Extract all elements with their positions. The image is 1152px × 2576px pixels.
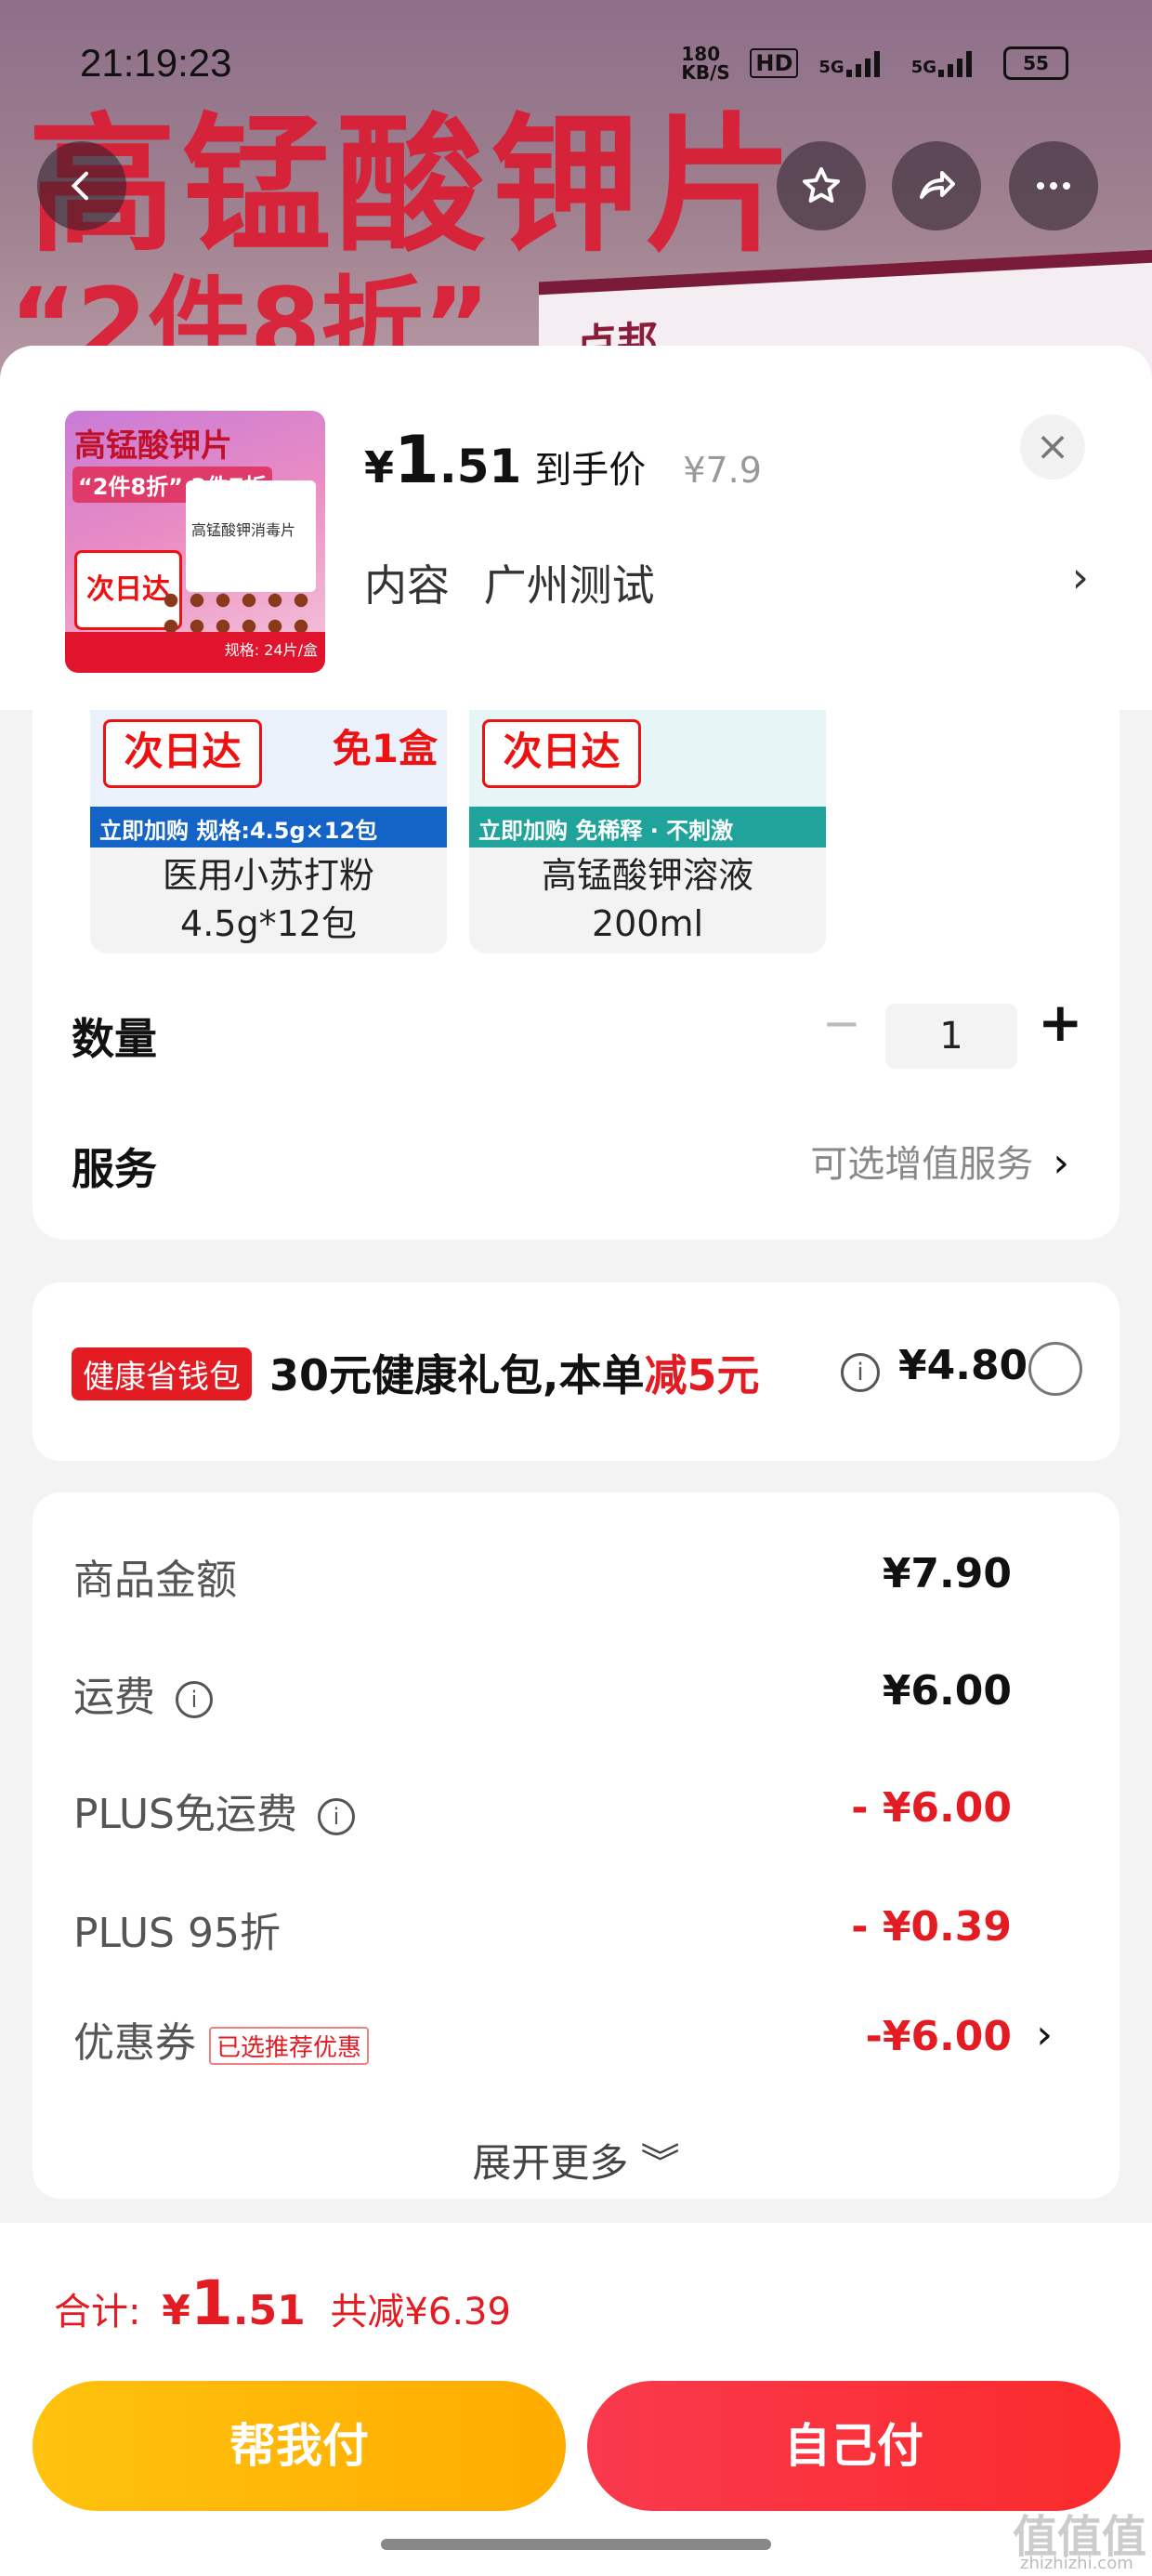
star-icon (803, 167, 840, 203)
total-price: 合计: ¥1.51 共减¥6.39 (54, 2267, 511, 2339)
price-integer: 1 (394, 422, 439, 498)
info-icon[interactable]: i (841, 1353, 880, 1392)
product-thumbnail[interactable]: 高锰酸钾片 “2件8折” 3件7折 高锰酸钾消毒片 次日达 规格: 24片/盒 (65, 411, 325, 673)
info-icon[interactable]: i (318, 1798, 355, 1835)
net-speed: 180 KB/S (681, 43, 730, 84)
close-button[interactable]: × (1020, 414, 1085, 480)
quantity-label: 数量 (72, 1014, 157, 1064)
favorite-button[interactable] (777, 141, 866, 230)
summary-row-plus-discount: PLUS 95折 - ¥0.39 (73, 1903, 1012, 1957)
chevron-right-icon: › (1071, 552, 1089, 602)
summary-row-shipping: 运费 i ¥6.00 (73, 1667, 1012, 1721)
option-bar: 立即加购 规格:4.5g×12包 (99, 818, 378, 844)
gift-text: 30元健康礼包,本单减5元 (269, 1350, 760, 1400)
options-card: 次日达 免1盒 立即加购 规格:4.5g×12包 医用小苏打粉 4.5g*12包… (33, 710, 1119, 1240)
status-time: 21:19:23 (80, 41, 232, 85)
gift-tag: 健康省钱包 (72, 1347, 252, 1400)
option-label: 医用小苏打粉 4.5g*12包 (162, 855, 374, 944)
quantity-increase-button[interactable]: + (1038, 991, 1083, 1054)
price-currency: ¥ (364, 442, 395, 493)
option-promo: 免1盒 (332, 726, 438, 771)
self-pay-button[interactable]: 自己付 (587, 2381, 1120, 2511)
watermark-url: zhizhizhi.com (1020, 2554, 1133, 2573)
spec-selector[interactable]: 内容 广州测试 › (364, 552, 1089, 613)
chevron-right-icon: › (1053, 1139, 1069, 1187)
spec-value: 广州测试 (483, 560, 655, 611)
service-label: 服务 (72, 1144, 157, 1194)
option-badge: 次日达 (482, 719, 641, 788)
signal-icon-2: 5G (911, 49, 983, 77)
service-selector[interactable]: 可选增值服务 › (810, 1134, 1069, 1188)
price-label: 到手价 (534, 449, 647, 492)
option-card-permanganate-solution[interactable]: 次日达 立即加购 免稀释 · 不刺激 高锰酸钾溶液 200ml (469, 710, 826, 953)
quantity-decrease-button[interactable]: − (822, 996, 861, 1050)
back-arrow-icon (71, 171, 89, 201)
price-summary: 商品金额 ¥7.90 运费 i ¥6.00 PLUS免运费 i - ¥6.00 PL… (33, 1492, 1119, 2199)
original-price: ¥7.9 (683, 450, 762, 491)
signal-icon: 5G (818, 49, 890, 77)
quantity-input[interactable]: 1 (885, 1004, 1017, 1069)
help-pay-button[interactable]: 帮我付 (33, 2381, 566, 2511)
option-badge: 次日达 (103, 719, 262, 788)
hd-icon: HD (750, 48, 799, 78)
more-button[interactable] (1009, 141, 1098, 230)
summary-row-plus-freeship: PLUS免运费 i - ¥6.00 (73, 1784, 1012, 1838)
status-bar: 21:19:23 180 KB/S HD 5G 5G 55 (0, 37, 1152, 93)
back-button[interactable] (37, 141, 126, 230)
option-card-baking-soda[interactable]: 次日达 免1盒 立即加购 规格:4.5g×12包 医用小苏打粉 4.5g*12包 (90, 710, 447, 953)
option-image: 次日达 立即加购 免稀释 · 不刺激 (469, 710, 826, 848)
more-dots-icon (1037, 182, 1070, 190)
thumb-title: 高锰酸钾片 (74, 427, 232, 465)
price-decimal: .51 (439, 440, 522, 493)
gift-amount: ¥4.80 (898, 1342, 1028, 1389)
battery-icon: 55 (1003, 46, 1068, 80)
total-saved: 共减¥6.39 (330, 2291, 511, 2333)
price-row: ¥1.51 到手价 ¥7.9 (364, 422, 762, 498)
thumb-pack: 高锰酸钾消毒片 (186, 480, 316, 592)
summary-row-goods: 商品金额 ¥7.90 (73, 1550, 1012, 1604)
chevron-right-icon: › (1036, 2011, 1053, 2058)
gift-radio[interactable] (1028, 1342, 1082, 1396)
thumb-strip: 规格: 24片/盒 (65, 632, 325, 673)
expand-more-button[interactable]: 展开更多 ︾ (0, 2132, 1152, 2188)
summary-row-coupon[interactable]: 优惠券 已选推荐优惠 -¥6.00 › (73, 2009, 1077, 2074)
info-icon[interactable]: i (176, 1681, 213, 1718)
share-icon (920, 171, 955, 199)
coupon-badge: 已选推荐优惠 (209, 2026, 370, 2065)
health-gift-card[interactable]: 健康省钱包 30元健康礼包,本单减5元 i ¥4.80 (33, 1282, 1119, 1461)
share-button[interactable] (892, 141, 981, 230)
service-hint: 可选增值服务 (810, 1143, 1034, 1186)
sheet-header: 高锰酸钾片 “2件8折” 3件7折 高锰酸钾消毒片 次日达 规格: 24片/盒 … (0, 346, 1152, 710)
home-indicator[interactable] (381, 2539, 771, 2550)
option-label: 高锰酸钾溶液 200ml (541, 855, 753, 944)
option-bar: 立即加购 免稀释 · 不刺激 (478, 818, 734, 844)
spec-label: 内容 (364, 560, 450, 611)
option-image: 次日达 免1盒 立即加购 规格:4.5g×12包 (90, 710, 447, 848)
